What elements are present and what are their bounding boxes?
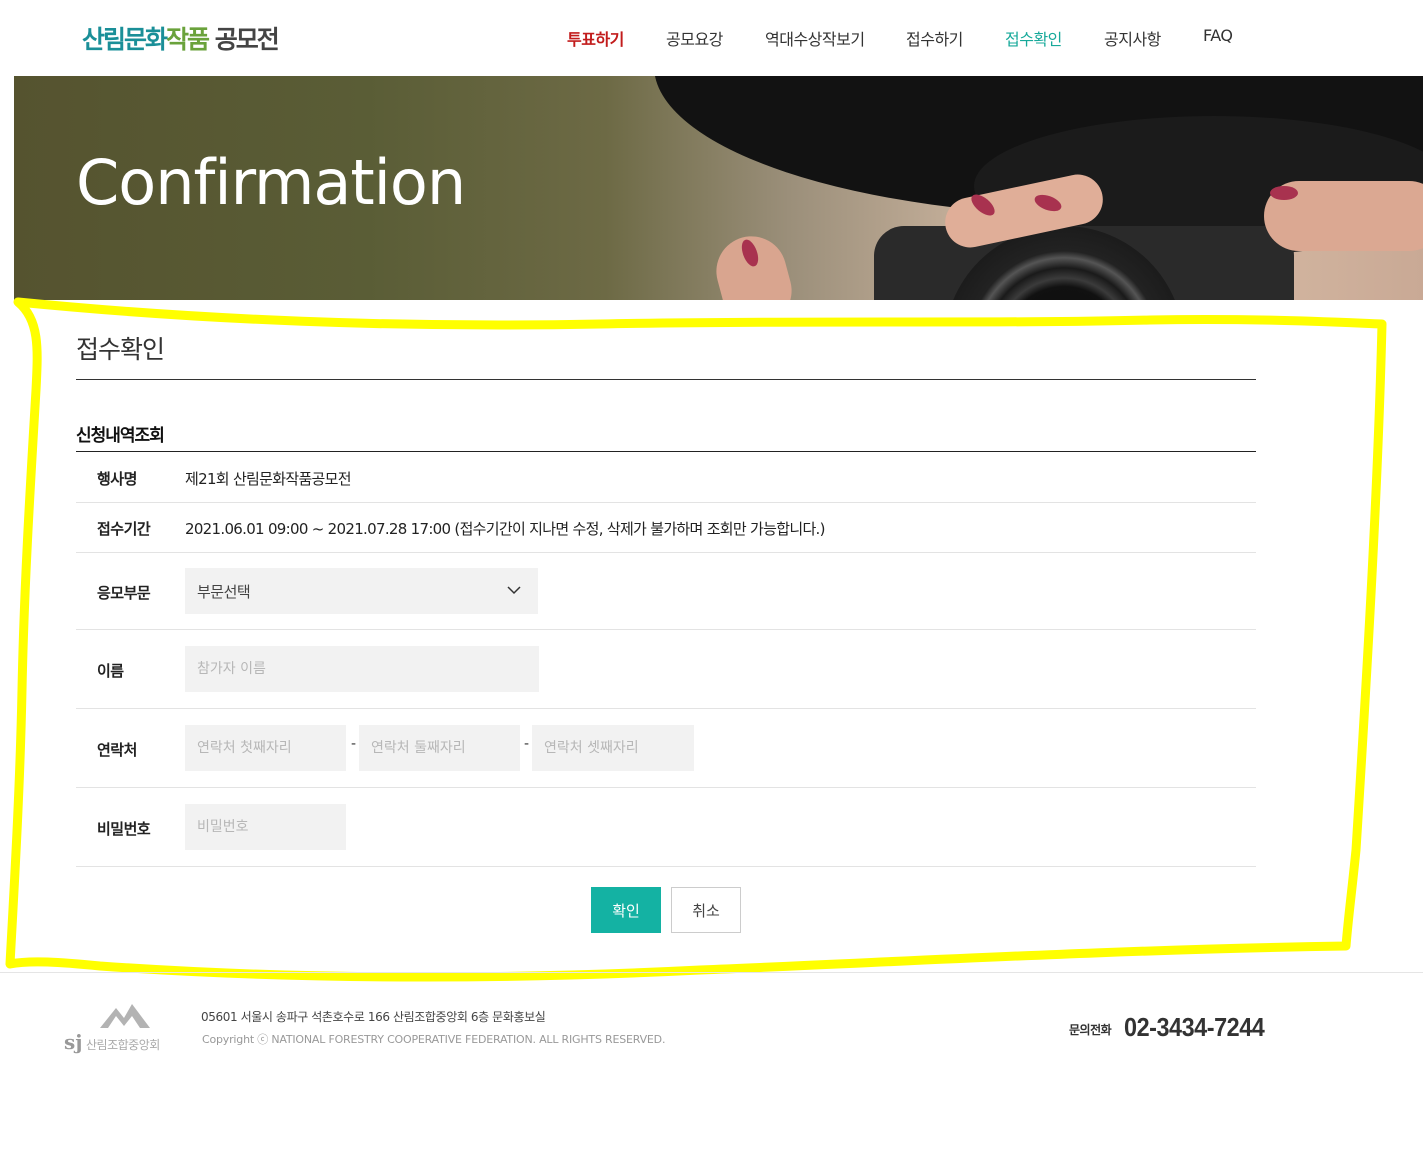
row-event: 행사명 제21회 산림문화작품공모전 bbox=[76, 452, 1256, 503]
contact-label: 연락처 bbox=[97, 741, 137, 759]
row-period: 접수기간 2021.06.01 09:00 ~ 2021.07.28 17:00… bbox=[76, 502, 1256, 553]
period-value: 2021.06.01 09:00 ~ 2021.07.28 17:00 (접수기… bbox=[185, 520, 825, 538]
footer-phone-label: 문의전화 bbox=[1069, 1023, 1112, 1037]
hero-banner: Confirmation bbox=[14, 76, 1423, 300]
footer-logo: sj 산림조합중앙회 bbox=[64, 1002, 184, 1058]
banner-title: Confirmation bbox=[76, 146, 466, 219]
period-label: 접수기간 bbox=[97, 520, 151, 538]
event-value: 제21회 산림문화작품공모전 bbox=[185, 470, 352, 488]
nav-guidelines[interactable]: 공모요강 bbox=[666, 26, 723, 50]
nav-faq[interactable]: FAQ bbox=[1203, 26, 1233, 45]
category-selected-value: 부문선택 bbox=[197, 583, 251, 601]
category-select[interactable]: 부문선택 bbox=[185, 568, 538, 614]
contact-input-2[interactable] bbox=[359, 725, 520, 771]
mountain-logo-icon bbox=[100, 1004, 150, 1028]
row-category: 응모부문 부문선택 bbox=[76, 553, 1256, 630]
banner-photo-nail bbox=[1270, 186, 1298, 200]
chevron-down-icon bbox=[507, 586, 521, 595]
event-label: 행사명 bbox=[97, 470, 137, 488]
title-divider bbox=[76, 379, 1256, 380]
footer-address: 05601 서울시 송파구 석촌호수로 166 산림조합중앙회 6층 문화홍보실 bbox=[201, 1010, 546, 1024]
main-nav: 투표하기 공모요강 역대수상작보기 접수하기 접수확인 공지사항 FAQ bbox=[0, 26, 1423, 50]
contact-separator: - bbox=[351, 736, 357, 752]
nav-vote[interactable]: 투표하기 bbox=[567, 26, 624, 50]
row-contact: 연락처 - - bbox=[76, 709, 1256, 788]
nav-past-winners[interactable]: 역대수상작보기 bbox=[765, 26, 865, 50]
footer-phone: 02-3434-7244 bbox=[1124, 1012, 1265, 1042]
footer-divider bbox=[0, 972, 1423, 973]
footer-logo-mark: sj bbox=[64, 1030, 83, 1054]
section-title: 신청내역조회 bbox=[76, 426, 165, 446]
name-input[interactable] bbox=[185, 646, 539, 692]
site-header: 산림문화작품 공모전 투표하기 공모요강 역대수상작보기 접수하기 접수확인 공… bbox=[0, 0, 1423, 76]
nav-notice[interactable]: 공지사항 bbox=[1104, 26, 1161, 50]
row-name: 이름 bbox=[76, 630, 1256, 709]
cancel-button[interactable]: 취소 bbox=[671, 887, 741, 933]
confirm-button[interactable]: 확인 bbox=[591, 887, 661, 933]
password-label: 비밀번호 bbox=[97, 820, 151, 838]
nav-confirm[interactable]: 접수확인 bbox=[1005, 26, 1062, 50]
contact-input-1[interactable] bbox=[185, 725, 346, 771]
row-password: 비밀번호 bbox=[76, 788, 1256, 867]
nav-submit[interactable]: 접수하기 bbox=[906, 26, 963, 50]
contact-input-3[interactable] bbox=[532, 725, 694, 771]
contact-separator: - bbox=[524, 736, 530, 752]
footer-copyright: Copyright ⓒ NATIONAL FORESTRY COOPERATIV… bbox=[202, 1033, 666, 1046]
password-input[interactable] bbox=[185, 804, 346, 850]
footer-logo-org: 산림조합중앙회 bbox=[86, 1038, 160, 1052]
category-label: 응모부문 bbox=[97, 584, 151, 602]
name-label: 이름 bbox=[97, 662, 124, 680]
page-title: 접수확인 bbox=[76, 335, 165, 364]
